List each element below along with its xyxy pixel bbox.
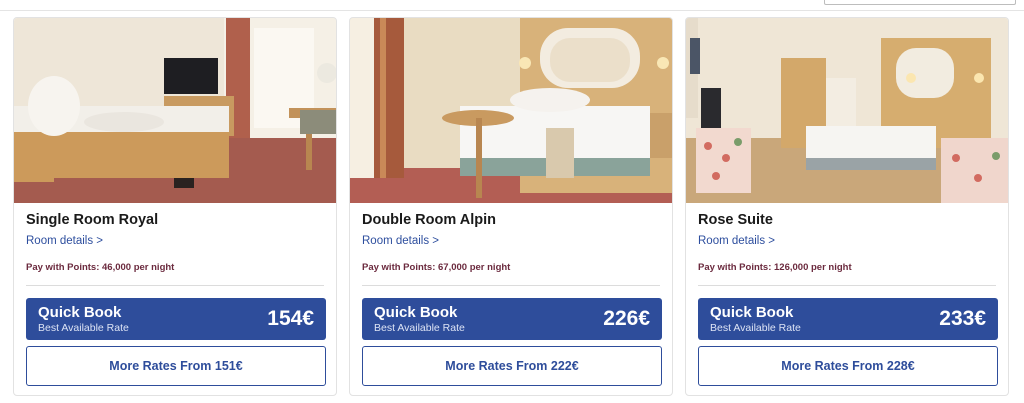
room-title: Double Room Alpin bbox=[362, 212, 496, 228]
quick-book-label: Quick Book bbox=[38, 304, 122, 321]
room-photo[interactable] bbox=[350, 18, 672, 203]
quick-book-sublabel: Best Available Rate bbox=[710, 322, 801, 334]
room-details-link[interactable]: Room details > bbox=[26, 235, 103, 247]
quick-book-sublabel: Best Available Rate bbox=[374, 322, 465, 334]
room-cards: Single Room Royal Room details > Pay wit… bbox=[13, 17, 1009, 396]
quick-book-sublabel: Best Available Rate bbox=[38, 322, 129, 334]
room-card: Rose Suite Room details > Pay with Point… bbox=[685, 17, 1009, 396]
quick-book-price: 226€ bbox=[603, 307, 650, 330]
quick-book-button[interactable]: Quick Book Best Available Rate 226€ bbox=[362, 298, 662, 340]
quick-book-button[interactable]: Quick Book Best Available Rate 154€ bbox=[26, 298, 326, 340]
quick-book-price: 154€ bbox=[267, 307, 314, 330]
room-details-link[interactable]: Room details > bbox=[698, 235, 775, 247]
more-rates-button[interactable]: More Rates From 151€ bbox=[26, 346, 326, 386]
divider bbox=[26, 285, 324, 286]
room-card: Single Room Royal Room details > Pay wit… bbox=[13, 17, 337, 396]
quick-book-price: 233€ bbox=[939, 307, 986, 330]
more-rates-button[interactable]: More Rates From 222€ bbox=[362, 346, 662, 386]
quick-book-label: Quick Book bbox=[374, 304, 458, 321]
room-title: Rose Suite bbox=[698, 212, 773, 228]
room-photo[interactable] bbox=[686, 18, 1008, 203]
more-rates-button[interactable]: More Rates From 228€ bbox=[698, 346, 998, 386]
room-details-link[interactable]: Room details > bbox=[362, 235, 439, 247]
room-photo[interactable] bbox=[14, 18, 336, 203]
room-card: Double Room Alpin Room details > Pay wit… bbox=[349, 17, 673, 396]
top-divider bbox=[0, 10, 1024, 11]
quick-book-button[interactable]: Quick Book Best Available Rate 233€ bbox=[698, 298, 998, 340]
points-price: Pay with Points: 46,000 per night bbox=[26, 262, 175, 273]
points-price: Pay with Points: 126,000 per night bbox=[698, 262, 852, 273]
room-title: Single Room Royal bbox=[26, 212, 159, 228]
quick-book-label: Quick Book bbox=[710, 304, 794, 321]
top-right-control-edge[interactable] bbox=[824, 0, 1016, 5]
divider bbox=[362, 285, 660, 286]
divider bbox=[698, 285, 996, 286]
points-price: Pay with Points: 67,000 per night bbox=[362, 262, 511, 273]
